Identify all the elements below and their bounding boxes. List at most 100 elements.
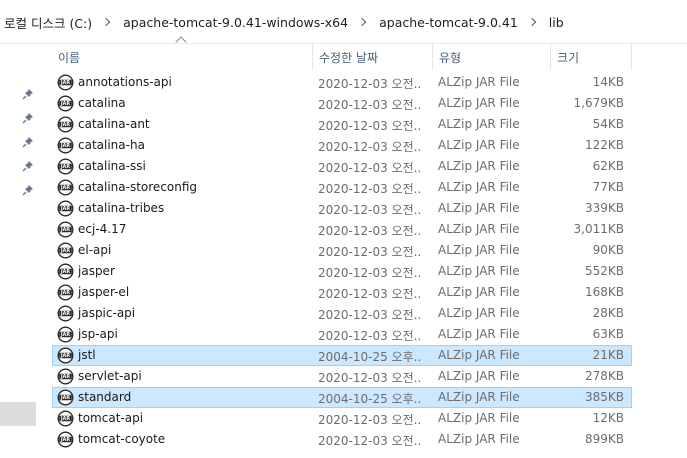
file-date-modified: 2020-12-03 오전... [318, 119, 422, 133]
file-type: ALZip JAR File [438, 348, 520, 362]
column-header-name[interactable]: 이름 [52, 44, 312, 70]
svg-text:JAR: JAR [60, 248, 70, 254]
file-row[interactable]: JAR catalina-storeconfig 2020-12-03 오전... A… [52, 177, 632, 198]
jar-file-icon: JAR [57, 305, 74, 322]
file-type: ALZip JAR File [438, 75, 520, 89]
breadcrumb-tomcat-windows[interactable]: apache-tomcat-9.0.41-windows-x64 [121, 15, 350, 30]
file-row[interactable]: JAR catalina-ant 2020-12-03 오전... ALZip JAR… [52, 114, 632, 135]
jar-file-icon: JAR [57, 200, 74, 217]
file-name: catalina [78, 96, 126, 110]
file-date-modified: 2020-12-03 오전... [318, 98, 422, 112]
file-row[interactable]: JAR servlet-api 2020-12-03 오전... ALZip JAR … [52, 366, 632, 387]
file-type: ALZip JAR File [438, 201, 520, 215]
file-row[interactable]: JAR el-api 2020-12-03 오전... ALZip JAR File 9… [52, 240, 632, 261]
chevron-right-icon[interactable] [357, 17, 367, 27]
file-name: jstl [78, 348, 96, 362]
column-header-date-modified[interactable]: 수정한 날짜 [312, 44, 432, 70]
jar-file-icon: JAR [57, 284, 74, 301]
file-type: ALZip JAR File [438, 390, 520, 404]
file-row[interactable]: JAR catalina-tribes 2020-12-03 오전... ALZip … [52, 198, 632, 219]
jar-file-icon: JAR [57, 389, 74, 406]
file-row[interactable]: JAR ecj-4.17 2020-12-03 오전... ALZip JAR Fil… [52, 219, 632, 240]
file-list: JAR annotations-api 2020-12-03 오전... ALZip … [52, 72, 632, 450]
file-size: 1,679KB [573, 96, 624, 110]
jar-file-icon: JAR [57, 326, 74, 343]
file-name: catalina-ant [78, 117, 150, 131]
file-row[interactable]: JAR annotations-api 2020-12-03 오전... ALZip … [52, 72, 632, 93]
breadcrumb-local-disk[interactable]: 로컬 디스크 (C:) [2, 13, 94, 32]
svg-text:JAR: JAR [60, 290, 70, 296]
column-header-size[interactable]: 크기 [550, 44, 632, 70]
file-date-modified: 2020-12-03 오전... [318, 308, 422, 322]
svg-text:JAR: JAR [60, 416, 70, 422]
chevron-right-icon[interactable] [527, 17, 537, 27]
file-row[interactable]: JAR catalina-ha 2020-12-03 오전... ALZip JAR … [52, 135, 632, 156]
svg-text:JAR: JAR [60, 332, 70, 338]
file-size: 77KB [592, 180, 624, 194]
file-name: catalina-tribes [78, 201, 165, 215]
file-name: el-api [78, 243, 112, 257]
nav-pane-selected-item[interactable] [0, 402, 36, 426]
file-type: ALZip JAR File [438, 222, 520, 236]
file-row[interactable]: JAR standard 2004-10-25 오후... ALZip JAR Fil… [52, 387, 632, 408]
file-size: 12KB [592, 411, 624, 425]
file-size: 122KB [584, 138, 624, 152]
file-date-modified: 2004-10-25 오후... [318, 392, 422, 406]
jar-file-icon: JAR [57, 368, 74, 385]
file-date-modified: 2020-12-03 오전... [318, 182, 422, 196]
jar-file-icon: JAR [57, 242, 74, 259]
file-type: ALZip JAR File [438, 369, 520, 383]
file-size: 899KB [584, 432, 624, 446]
breadcrumb-tomcat[interactable]: apache-tomcat-9.0.41 [377, 15, 520, 30]
file-date-modified: 2020-12-03 오전... [318, 224, 422, 238]
file-type: ALZip JAR File [438, 264, 520, 278]
file-date-modified: 2020-12-03 오전... [318, 329, 422, 343]
breadcrumb-lib[interactable]: lib [547, 15, 566, 30]
file-row[interactable]: JAR jasper-el 2020-12-03 오전... ALZip JAR Fi… [52, 282, 632, 303]
column-header-type[interactable]: 유형 [432, 44, 550, 70]
file-date-modified: 2020-12-03 오전... [318, 140, 422, 154]
jar-file-icon: JAR [57, 95, 74, 112]
svg-text:JAR: JAR [60, 80, 70, 86]
file-type: ALZip JAR File [438, 159, 520, 173]
file-row[interactable]: JAR jstl 2004-10-25 오후... ALZip JAR File 21K… [52, 345, 632, 366]
file-row[interactable]: JAR tomcat-api 2020-12-03 오전... ALZip JAR F… [52, 408, 632, 429]
file-name: jsp-api [78, 327, 118, 341]
pin-icon[interactable] [22, 88, 34, 100]
file-date-modified: 2020-12-03 오전... [318, 203, 422, 217]
file-type: ALZip JAR File [438, 96, 520, 110]
svg-text:JAR: JAR [60, 101, 70, 107]
file-name: jasper [78, 264, 115, 278]
file-date-modified: 2020-12-03 오전... [318, 245, 422, 259]
jar-file-icon: JAR [57, 221, 74, 238]
file-date-modified: 2020-12-03 오전... [318, 77, 422, 91]
chevron-right-icon[interactable] [101, 17, 111, 27]
file-date-modified: 2004-10-25 오후... [318, 350, 422, 364]
file-type: ALZip JAR File [438, 117, 520, 131]
pin-icon[interactable] [22, 160, 34, 172]
jar-file-icon: JAR [57, 116, 74, 133]
file-date-modified: 2020-12-03 오전... [318, 413, 422, 427]
file-size: 168KB [584, 285, 624, 299]
file-name: standard [78, 390, 132, 404]
file-type: ALZip JAR File [438, 306, 520, 320]
svg-text:JAR: JAR [60, 206, 70, 212]
svg-text:JAR: JAR [60, 374, 70, 380]
pin-icon[interactable] [22, 136, 34, 148]
file-row[interactable]: JAR jsp-api 2020-12-03 오전... ALZip JAR File… [52, 324, 632, 345]
file-row[interactable]: JAR jaspic-api 2020-12-03 오전... ALZip JAR F… [52, 303, 632, 324]
file-size: 62KB [592, 159, 624, 173]
file-row[interactable]: JAR catalina-ssi 2020-12-03 오전... ALZip JAR… [52, 156, 632, 177]
file-date-modified: 2020-12-03 오전... [318, 161, 422, 175]
address-bar[interactable]: 로컬 디스크 (C:) apache-tomcat-9.0.41-windows… [0, 0, 687, 44]
file-size: 21KB [592, 348, 624, 362]
file-name: catalina-ssi [78, 159, 146, 173]
svg-text:JAR: JAR [60, 311, 70, 317]
pin-icon[interactable] [22, 184, 34, 196]
file-row[interactable]: JAR tomcat-coyote 2020-12-03 오전... ALZip JA… [52, 429, 632, 450]
file-row[interactable]: JAR catalina 2020-12-03 오전... ALZip JAR Fil… [52, 93, 632, 114]
file-row[interactable]: JAR jasper 2020-12-03 오전... ALZip JAR File 5… [52, 261, 632, 282]
pin-icon[interactable] [22, 112, 34, 124]
file-size: 278KB [584, 369, 624, 383]
svg-text:JAR: JAR [60, 227, 70, 233]
